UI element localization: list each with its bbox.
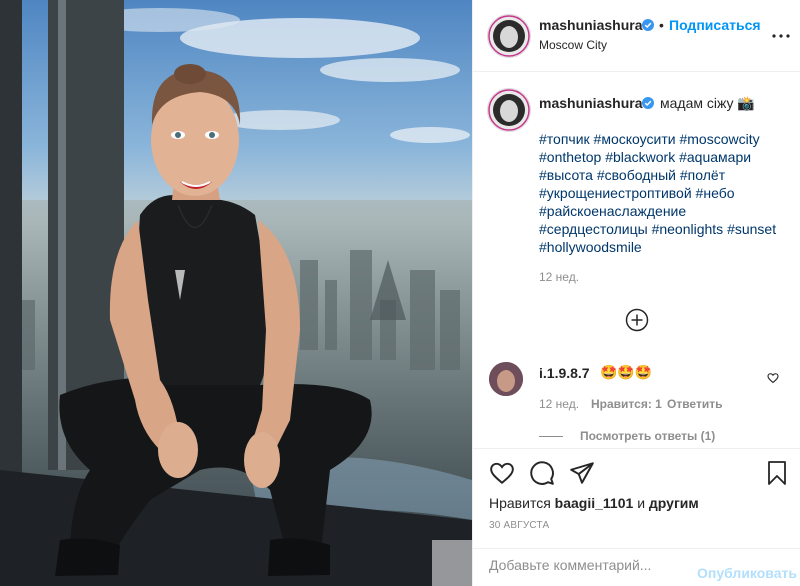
instagram-post: mashuniashura • Подписаться Moscow City … [0, 0, 800, 586]
hashtag-link[interactable]: #hollywoodsmile [539, 239, 642, 255]
publish-comment-button[interactable]: Опубликовать [697, 565, 797, 581]
likes-user-link[interactable]: baagii_1101 [555, 495, 634, 511]
hashtag-link[interactable]: #сердцестолицы [539, 221, 648, 237]
hashtag-link[interactable]: #neonlights [652, 221, 724, 237]
post-location[interactable]: Moscow City [539, 38, 607, 52]
hashtag-link[interactable]: #полёт [680, 167, 725, 183]
post-date[interactable]: 30 АВГУСТА [489, 520, 549, 531]
more-horizontal-icon[interactable] [771, 33, 791, 39]
hashtag-link[interactable]: #moscowcity [679, 131, 759, 147]
hashtag-link[interactable]: #свободный [597, 167, 676, 183]
reply-button[interactable]: Ответить [667, 397, 722, 411]
hashtag-link[interactable]: #высота [539, 167, 593, 183]
comment-age[interactable]: 12 нед. [539, 397, 579, 411]
view-replies-button[interactable]: Посмотреть ответы (1) [580, 429, 715, 443]
actions-divider [473, 448, 800, 449]
bookmark-icon[interactable] [765, 460, 789, 486]
header-separator: • [659, 17, 664, 33]
photo-illustration [0, 0, 472, 586]
comment-username[interactable]: i.1.9.8.7 [539, 365, 590, 381]
post-header: mashuniashura • Подписаться Moscow City [473, 0, 800, 72]
caption-text: мадам сіжу 📸 [660, 95, 755, 111]
hashtag-link[interactable]: #топчик [539, 131, 590, 147]
verified-badge-icon [642, 19, 654, 31]
commenter-avatar-image [489, 362, 523, 396]
comment-text: 🤩🤩🤩 [600, 364, 653, 380]
hashtag-link[interactable]: #sunset [727, 221, 776, 237]
avatar-image [488, 15, 530, 57]
hashtag-link[interactable]: #небо [696, 185, 735, 201]
likes-prefix: Нравится [489, 495, 551, 511]
post-photo[interactable] [0, 0, 472, 586]
replies-divider [539, 436, 563, 437]
hashtag-link[interactable]: #райскоенаслаждение [539, 203, 686, 219]
add-comment-bar: Опубликовать [473, 548, 800, 586]
author-username[interactable]: mashuniashura [539, 17, 642, 33]
plus-circle-icon[interactable] [625, 308, 649, 332]
follow-button[interactable]: Подписаться [669, 17, 761, 33]
likes-and: и [637, 495, 646, 511]
hashtag-link[interactable]: #aquaмари [679, 149, 751, 165]
comment-likes[interactable]: Нравится: 1 [591, 397, 662, 411]
caption-age[interactable]: 12 нед. [539, 270, 579, 284]
comment-input[interactable] [489, 557, 669, 573]
caption-verified-badge-icon [642, 97, 654, 109]
paper-plane-icon[interactable] [569, 460, 595, 486]
post-details-panel: mashuniashura • Подписаться Moscow City … [472, 0, 800, 586]
hashtag-link[interactable]: #москоусити [594, 131, 676, 147]
likes-summary: Нравится baagii_1101 и другим [489, 495, 699, 511]
hashtag-link[interactable]: #укрощениестроптивой [539, 185, 692, 201]
hashtag-link[interactable]: #onthetop [539, 149, 601, 165]
commenter-avatar[interactable] [489, 362, 523, 396]
likes-others-link[interactable]: другим [649, 495, 699, 511]
caption-username[interactable]: mashuniashura [539, 95, 642, 111]
hashtag-list: #топчик #москоусити #moscowcity #ontheto… [539, 130, 789, 256]
comment-bubble-icon[interactable] [529, 460, 555, 486]
heart-small-icon[interactable] [767, 372, 779, 384]
caption-avatar-image [488, 89, 530, 131]
author-avatar[interactable] [487, 14, 531, 58]
hashtag-link[interactable]: #blackwork [605, 149, 675, 165]
caption-avatar[interactable] [487, 88, 531, 132]
heart-icon[interactable] [489, 460, 515, 486]
